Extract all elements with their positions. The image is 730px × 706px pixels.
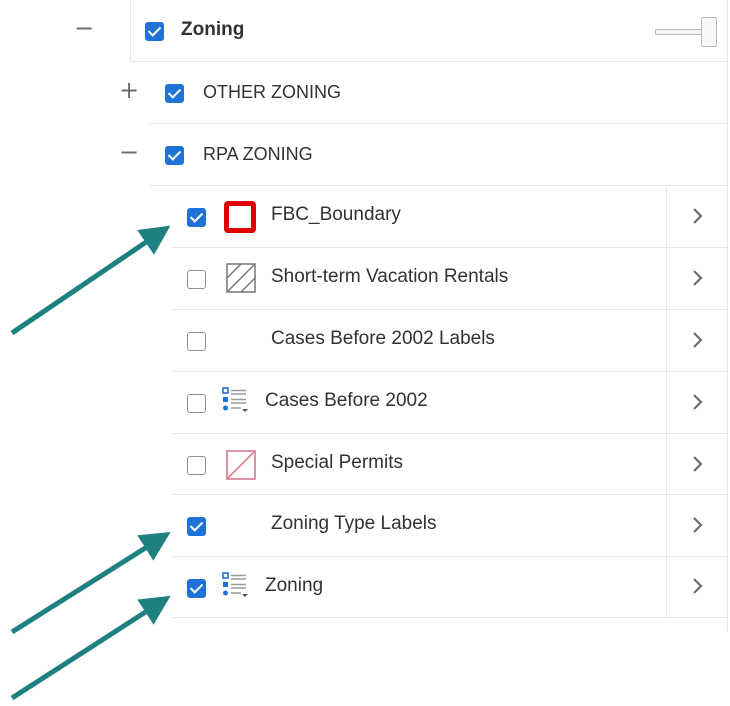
annotation-arrows bbox=[10, 225, 171, 701]
arrow-icon bbox=[10, 225, 171, 336]
